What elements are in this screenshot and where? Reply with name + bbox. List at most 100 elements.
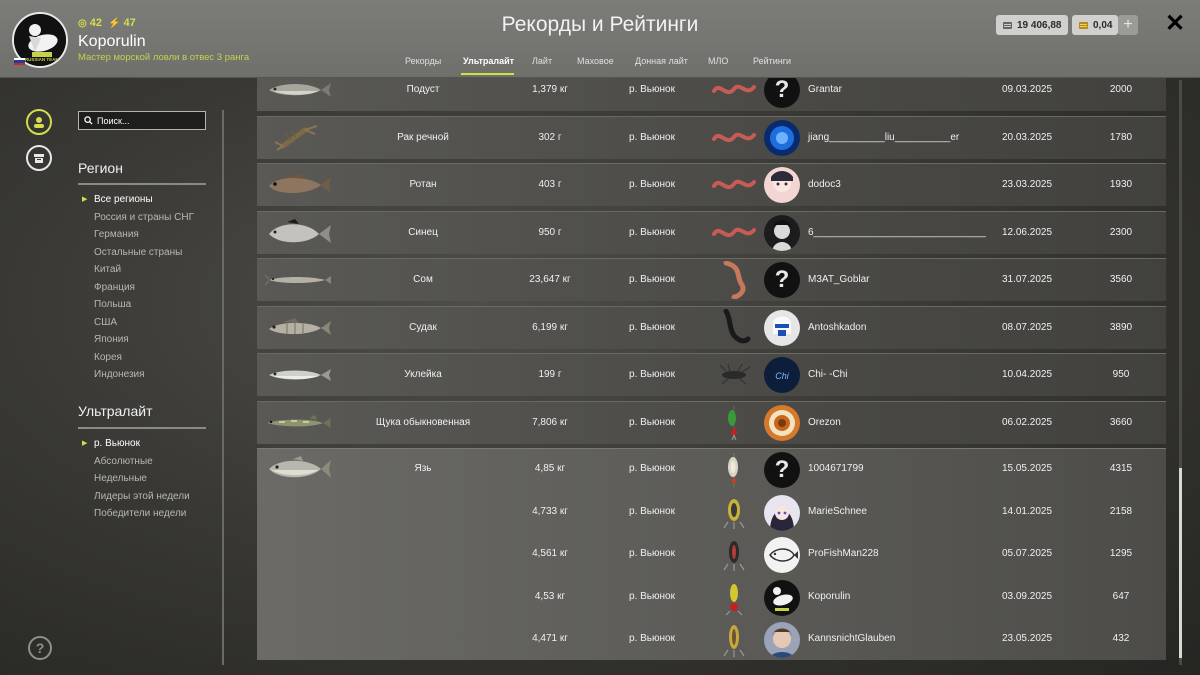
lure-icon[interactable] — [712, 494, 756, 532]
player-avatar[interactable] — [764, 214, 800, 251]
table-row[interactable]: Подуст 1,379 кг р. Вьюнок? Grantar 09.03.202… — [257, 78, 1166, 111]
record-score: 1930 — [1109, 179, 1133, 190]
region-item[interactable]: Россия и страны СНГ — [94, 212, 194, 230]
player-name[interactable]: 6_______________________________ — [808, 227, 986, 238]
scrollbar-thumb[interactable] — [1179, 468, 1182, 658]
lure-icon[interactable] — [712, 536, 756, 574]
insect-icon[interactable] — [712, 356, 756, 394]
tab-ultralight[interactable]: Ультралайт — [463, 56, 514, 66]
add-currency-button[interactable]: + — [1118, 15, 1138, 35]
spinner-icon[interactable] — [712, 404, 756, 442]
group-entry[interactable]: 4,471 кг р. Вьюнок KannsnichtGlauben 23.05.… — [257, 619, 1166, 660]
tab-bottom-light[interactable]: Донная лайт — [635, 56, 688, 66]
tab-light[interactable]: Лайт — [532, 56, 552, 66]
player-avatar[interactable] — [764, 537, 800, 573]
player-avatar[interactable] — [764, 404, 800, 441]
close-button[interactable]: ✕ — [1164, 12, 1186, 36]
lure-icon[interactable] — [712, 621, 756, 659]
player-name[interactable]: ProFishMan228 — [808, 548, 879, 559]
gold-balance[interactable]: 0,04 — [1072, 15, 1119, 35]
player-name[interactable]: dodoc3 — [808, 179, 841, 190]
tab-ratings[interactable]: Рейтинги — [753, 56, 791, 66]
category-item[interactable]: Абсолютные — [94, 456, 190, 474]
fish-group-ide[interactable]: Язь 4,85 кг р. Вьюнок? 1004671799 15.05.202… — [257, 448, 1166, 660]
player-name[interactable]: MarieSchnee — [808, 506, 867, 517]
record-weight: 199 г — [538, 369, 562, 380]
region-item[interactable]: Все регионы — [82, 194, 194, 212]
record-date: 06.02.2025 — [1001, 416, 1053, 428]
worm-icon[interactable] — [712, 119, 756, 157]
tab-mlo[interactable]: МЛО — [708, 56, 728, 66]
player-avatar[interactable] — [764, 494, 800, 531]
region-item[interactable]: Китай — [94, 264, 194, 282]
player-name[interactable]: M3AT_Goblar — [808, 274, 870, 285]
worm-icon[interactable] — [712, 78, 756, 109]
player-avatar[interactable]: ? — [764, 262, 800, 298]
player-name[interactable]: 1004671799 — [808, 463, 864, 474]
table-row[interactable]: Уклейка 199 г р. Вьюнок Chi Chi- -Chi 10.04.2… — [257, 353, 1166, 396]
player-name[interactable]: Chi- -Chi — [808, 369, 847, 380]
player-name[interactable]: Grantar — [808, 84, 842, 95]
people-icon[interactable] — [26, 109, 52, 135]
group-entry[interactable]: 4,85 кг р. Вьюнок? 1004671799 15.05.2025 431… — [257, 449, 1166, 491]
archive-icon[interactable] — [26, 145, 52, 171]
fish-image — [265, 361, 331, 389]
player-avatar[interactable] — [764, 622, 800, 658]
region-item[interactable]: Остальные страны — [94, 247, 194, 265]
worm-icon[interactable] — [712, 166, 756, 204]
region-item[interactable]: Польша — [94, 299, 194, 317]
lure-icon[interactable] — [712, 579, 756, 617]
help-icon[interactable]: ? — [28, 636, 52, 660]
region-item[interactable]: Япония — [94, 334, 194, 352]
table-row[interactable]: Ротан 403 г р. Вьюнок dodoc3 23.03.2025 1930 — [257, 163, 1166, 206]
region-item[interactable]: США — [94, 317, 194, 335]
record-score: 647 — [1112, 590, 1130, 602]
player-name[interactable]: Orezon — [808, 417, 841, 428]
table-row[interactable]: Синец 950 г р. Вьюнок 6____________________… — [257, 210, 1166, 254]
player-avatar[interactable]: Chi — [764, 357, 800, 393]
soft-lure-icon[interactable] — [712, 308, 756, 347]
category-item[interactable]: Недельные — [94, 473, 190, 491]
fish-image — [265, 409, 331, 437]
group-entry[interactable]: 4,53 кг р. Вьюнок Koporulin 03.09.2025 647 — [257, 577, 1166, 619]
category-item[interactable]: р. Вьюнок — [82, 438, 190, 456]
search-icon — [84, 116, 93, 125]
player-name[interactable]: Koporulin — [808, 591, 850, 602]
record-date: 12.06.2025 — [1001, 226, 1053, 238]
silver-balance[interactable]: 19 406,88 — [996, 15, 1068, 35]
table-row[interactable]: Сом 23,647 кг р. Вьюнок? M3AT_Goblar 31.07.2… — [257, 258, 1166, 301]
tab-pole[interactable]: Маховое — [577, 56, 614, 66]
player-name[interactable]: KannsnichtGlauben — [808, 633, 895, 644]
category-item[interactable]: Победители недели — [94, 508, 190, 526]
record-date: 09.03.2025 — [1001, 84, 1053, 95]
record-date: 08.07.2025 — [1001, 321, 1053, 333]
player-name[interactable]: jiang__________liu__________er — [808, 132, 959, 143]
tab-records[interactable]: Рекорды — [405, 56, 441, 66]
table-row[interactable]: Рак речной 302 г р. Вьюнок jiang__________l… — [257, 115, 1166, 159]
player-avatar[interactable]: ? — [764, 78, 800, 108]
player-avatar[interactable] — [764, 579, 800, 616]
table-row[interactable]: Щука обыкновенная 7,806 кг р. Вьюнок Orezon… — [257, 400, 1166, 444]
player-avatar[interactable]: ? — [764, 452, 800, 488]
record-location: р. Вьюнок — [629, 463, 675, 474]
big-worm-icon[interactable] — [712, 260, 756, 300]
username[interactable]: Koporulin — [78, 33, 146, 51]
player-avatar[interactable] — [764, 167, 800, 203]
region-item[interactable]: Франция — [94, 282, 194, 300]
category-item[interactable]: Лидеры этой недели — [94, 491, 190, 509]
region-item[interactable]: Индонезия — [94, 369, 194, 387]
group-entry[interactable]: 4,561 кг р. Вьюнок ProFishMan228 05.07.2025… — [257, 534, 1166, 576]
gold-value: 0,04 — [1093, 19, 1113, 31]
region-item[interactable]: Корея — [94, 352, 194, 370]
player-avatar[interactable] — [764, 309, 800, 346]
worm-icon[interactable] — [712, 214, 756, 252]
record-date: 14.01.2025 — [1001, 505, 1053, 517]
lure-icon[interactable] — [712, 451, 756, 489]
player-name[interactable]: Antoshkadon — [808, 322, 866, 333]
record-date: 31.07.2025 — [1001, 274, 1053, 285]
table-row[interactable]: Судак 6,199 кг р. Вьюнок Antoshkadon 08.07.2… — [257, 305, 1166, 349]
group-entry[interactable]: 4,733 кг р. Вьюнок MarieSchnee 14.01.2025 21… — [257, 492, 1166, 534]
player-avatar[interactable] — [764, 119, 800, 156]
search-input[interactable]: Поиск... — [78, 111, 206, 130]
region-item[interactable]: Германия — [94, 229, 194, 247]
